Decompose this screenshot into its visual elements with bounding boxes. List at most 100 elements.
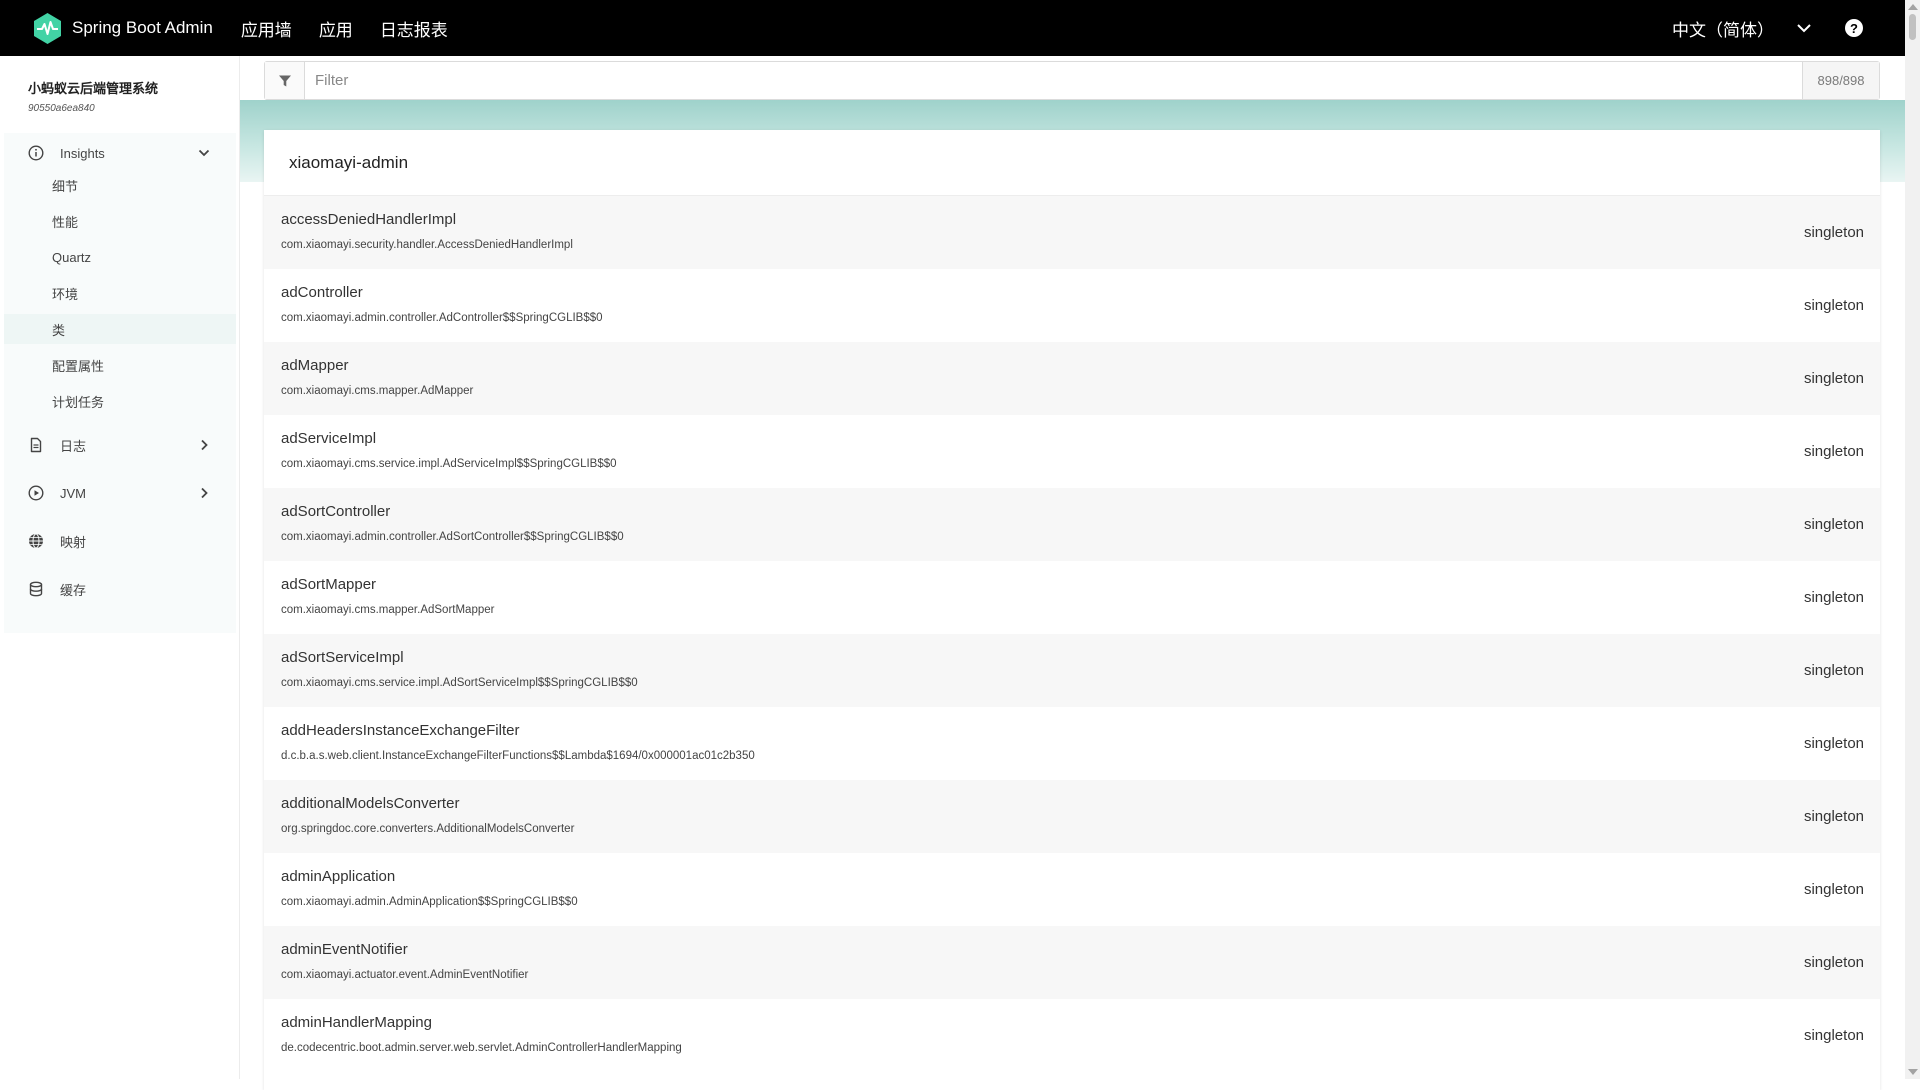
- brand-name: Spring Boot Admin: [72, 18, 213, 37]
- navbar-right: 中文（简体） ?: [1672, 0, 1920, 56]
- bean-name: adminEventNotifier: [281, 941, 408, 958]
- bean-name: adminApplication: [281, 868, 396, 885]
- bean-row[interactable]: adMapper com.xiaomayi.cms.mapper.AdMappe…: [264, 342, 1880, 415]
- scroll-up-arrow-icon[interactable]: [1908, 4, 1918, 10]
- file-icon: [30, 437, 42, 453]
- bean-name: adController: [281, 284, 363, 301]
- sidebar-subitem-label: 配置属性: [52, 358, 105, 374]
- bean-scope: singleton: [1803, 443, 1864, 460]
- bean-scope: singleton: [1803, 516, 1864, 533]
- sidebar-subitem-label: 性能: [52, 214, 79, 230]
- card-header: xiaomayi-admin: [264, 130, 1880, 196]
- card-title: xiaomayi-admin: [289, 152, 409, 172]
- filter-input[interactable]: [305, 62, 1802, 99]
- bean-type: com.xiaomayi.admin.controller.AdControll…: [281, 312, 603, 324]
- beans-card: xiaomayi-admin accessDeniedHandlerImpl c…: [264, 130, 1880, 1090]
- filter-bar: 898/898: [264, 61, 1880, 100]
- sidebar-subitem-environment[interactable]: 环境: [4, 278, 236, 308]
- bean-scope: singleton: [1803, 370, 1864, 387]
- info-icon: [28, 145, 44, 161]
- sidebar: 小蚂蚁云后端管理系统 90550a6ea840 Insights 细节 性能 Q…: [0, 56, 240, 1079]
- scroll-thumb[interactable]: [1909, 14, 1916, 40]
- bean-name: additionalModelsConverter: [281, 795, 460, 812]
- sidebar-item-label: 日志: [60, 438, 87, 454]
- sidebar-item-label: 映射: [60, 534, 87, 550]
- bean-type: com.xiaomayi.admin.controller.AdSortCont…: [281, 531, 624, 543]
- sidebar-header: 小蚂蚁云后端管理系统 90550a6ea840: [28, 78, 158, 114]
- bean-type: org.springdoc.core.converters.Additional…: [281, 823, 575, 835]
- bean-type: com.xiaomayi.cms.mapper.AdSortMapper: [281, 604, 495, 616]
- sidebar-subitem-label: 细节: [52, 178, 79, 194]
- bean-name: adSortServiceImpl: [281, 649, 404, 666]
- bean-name: adSortMapper: [281, 576, 377, 593]
- page-scrollbar[interactable]: [1905, 0, 1920, 1079]
- play-circle-icon: [28, 485, 44, 501]
- filter-count: 898/898: [1802, 62, 1879, 99]
- sidebar-item-caches[interactable]: 缓存: [4, 571, 236, 607]
- sidebar-subitem-configprops[interactable]: 配置属性: [4, 350, 236, 380]
- question-circle-icon[interactable]: ?: [1845, 19, 1863, 37]
- filter-icon-box: [265, 62, 305, 99]
- sidebar-item-logging[interactable]: 日志: [4, 427, 236, 463]
- scroll-down-arrow-icon[interactable]: [1908, 1069, 1918, 1075]
- sidebar-item-label: 缓存: [60, 582, 87, 598]
- bean-row[interactable]: additionalModelsConverter org.springdoc.…: [264, 780, 1880, 853]
- bean-row[interactable]: accessDeniedHandlerImpl com.xiaomayi.sec…: [264, 196, 1880, 269]
- bean-type: com.xiaomayi.cms.mapper.AdMapper: [281, 385, 474, 397]
- bean-scope: singleton: [1803, 881, 1864, 898]
- bean-type: com.xiaomayi.actuator.event.AdminEventNo…: [281, 969, 529, 981]
- sidebar-subitem-details[interactable]: 细节: [4, 170, 236, 200]
- bean-type: com.xiaomayi.cms.service.impl.AdSortServ…: [281, 677, 638, 689]
- chevron-down-icon: [198, 149, 210, 157]
- bean-row[interactable]: adminEventNotifier com.xiaomayi.actuator…: [264, 926, 1880, 999]
- sidebar-item-insights[interactable]: Insights: [4, 135, 236, 171]
- bean-type: com.xiaomayi.cms.service.impl.AdServiceI…: [281, 458, 617, 470]
- bean-name: adSortController: [281, 503, 391, 520]
- sidebar-subitem-label: 环境: [52, 286, 79, 302]
- bean-scope: singleton: [1803, 224, 1864, 241]
- bean-row[interactable]: adminApplication com.xiaomayi.admin.Admi…: [264, 853, 1880, 926]
- sidebar-item-mappings[interactable]: 映射: [4, 523, 236, 559]
- bean-name: adminHandlerMapping: [281, 1014, 432, 1031]
- top-navbar: Spring Boot Admin 应用墙 应用 日志报表 中文（简体） ?: [0, 0, 1920, 56]
- globe-icon: [29, 533, 43, 549]
- bean-row[interactable]: adSortServiceImpl com.xiaomayi.cms.servi…: [264, 634, 1880, 707]
- nav-item-log-report[interactable]: 日志报表: [380, 16, 448, 41]
- bean-name: accessDeniedHandlerImpl: [281, 211, 457, 228]
- sidebar-subitem-beans[interactable]: 类: [4, 314, 236, 344]
- bean-name: adServiceImpl: [281, 430, 377, 447]
- sidebar-subitem-scheduled-tasks[interactable]: 计划任务: [4, 386, 236, 416]
- bean-row[interactable]: adController com.xiaomayi.admin.controll…: [264, 269, 1880, 342]
- sidebar-subitem-quartz[interactable]: Quartz: [4, 242, 236, 272]
- bean-row[interactable]: adServiceImpl com.xiaomayi.cms.service.i…: [264, 415, 1880, 488]
- bean-scope: singleton: [1803, 662, 1864, 679]
- brand[interactable]: Spring Boot Admin: [31, 12, 213, 45]
- bean-type: de.codecentric.boot.admin.server.web.ser…: [281, 1042, 682, 1054]
- bean-row[interactable]: adSortMapper com.xiaomayi.cms.mapper.AdS…: [264, 561, 1880, 634]
- bean-name: adMapper: [281, 357, 349, 374]
- bean-row[interactable]: adSortController com.xiaomayi.admin.cont…: [264, 488, 1880, 561]
- chevron-right-icon: [201, 487, 208, 499]
- sidebar-subitem-label: 类: [52, 322, 66, 338]
- sidebar-item-label: JVM: [60, 485, 86, 501]
- heartbeat-icon: [34, 12, 61, 44]
- sidebar-subitem-label: Quartz: [52, 249, 92, 265]
- bean-scope: singleton: [1803, 589, 1864, 606]
- filter-icon: [278, 75, 291, 86]
- language-selector[interactable]: 中文（简体）: [1672, 16, 1774, 41]
- bean-row[interactable]: adminHandlerMapping de.codecentric.boot.…: [264, 999, 1880, 1072]
- nav-item-applications[interactable]: 应用: [319, 16, 353, 41]
- bean-name: addHeadersInstanceExchangeFilter: [281, 722, 520, 739]
- nav-item-wallboard[interactable]: 应用墙: [241, 16, 292, 41]
- bean-scope: singleton: [1803, 297, 1864, 314]
- sidebar-item-jvm[interactable]: JVM: [4, 475, 236, 511]
- chevron-down-icon[interactable]: [1796, 20, 1812, 36]
- bean-row[interactable]: addHeadersInstanceExchangeFilter d.c.b.a…: [264, 707, 1880, 780]
- sidebar-subitem-metrics[interactable]: 性能: [4, 206, 236, 236]
- sidebar-subitem-label: 计划任务: [52, 394, 105, 410]
- bean-scope: singleton: [1803, 1027, 1864, 1044]
- instance-id: 90550a6ea840: [28, 103, 95, 114]
- bean-scope: singleton: [1803, 954, 1864, 971]
- database-icon: [29, 581, 43, 597]
- sidebar-item-label: Insights: [60, 145, 105, 161]
